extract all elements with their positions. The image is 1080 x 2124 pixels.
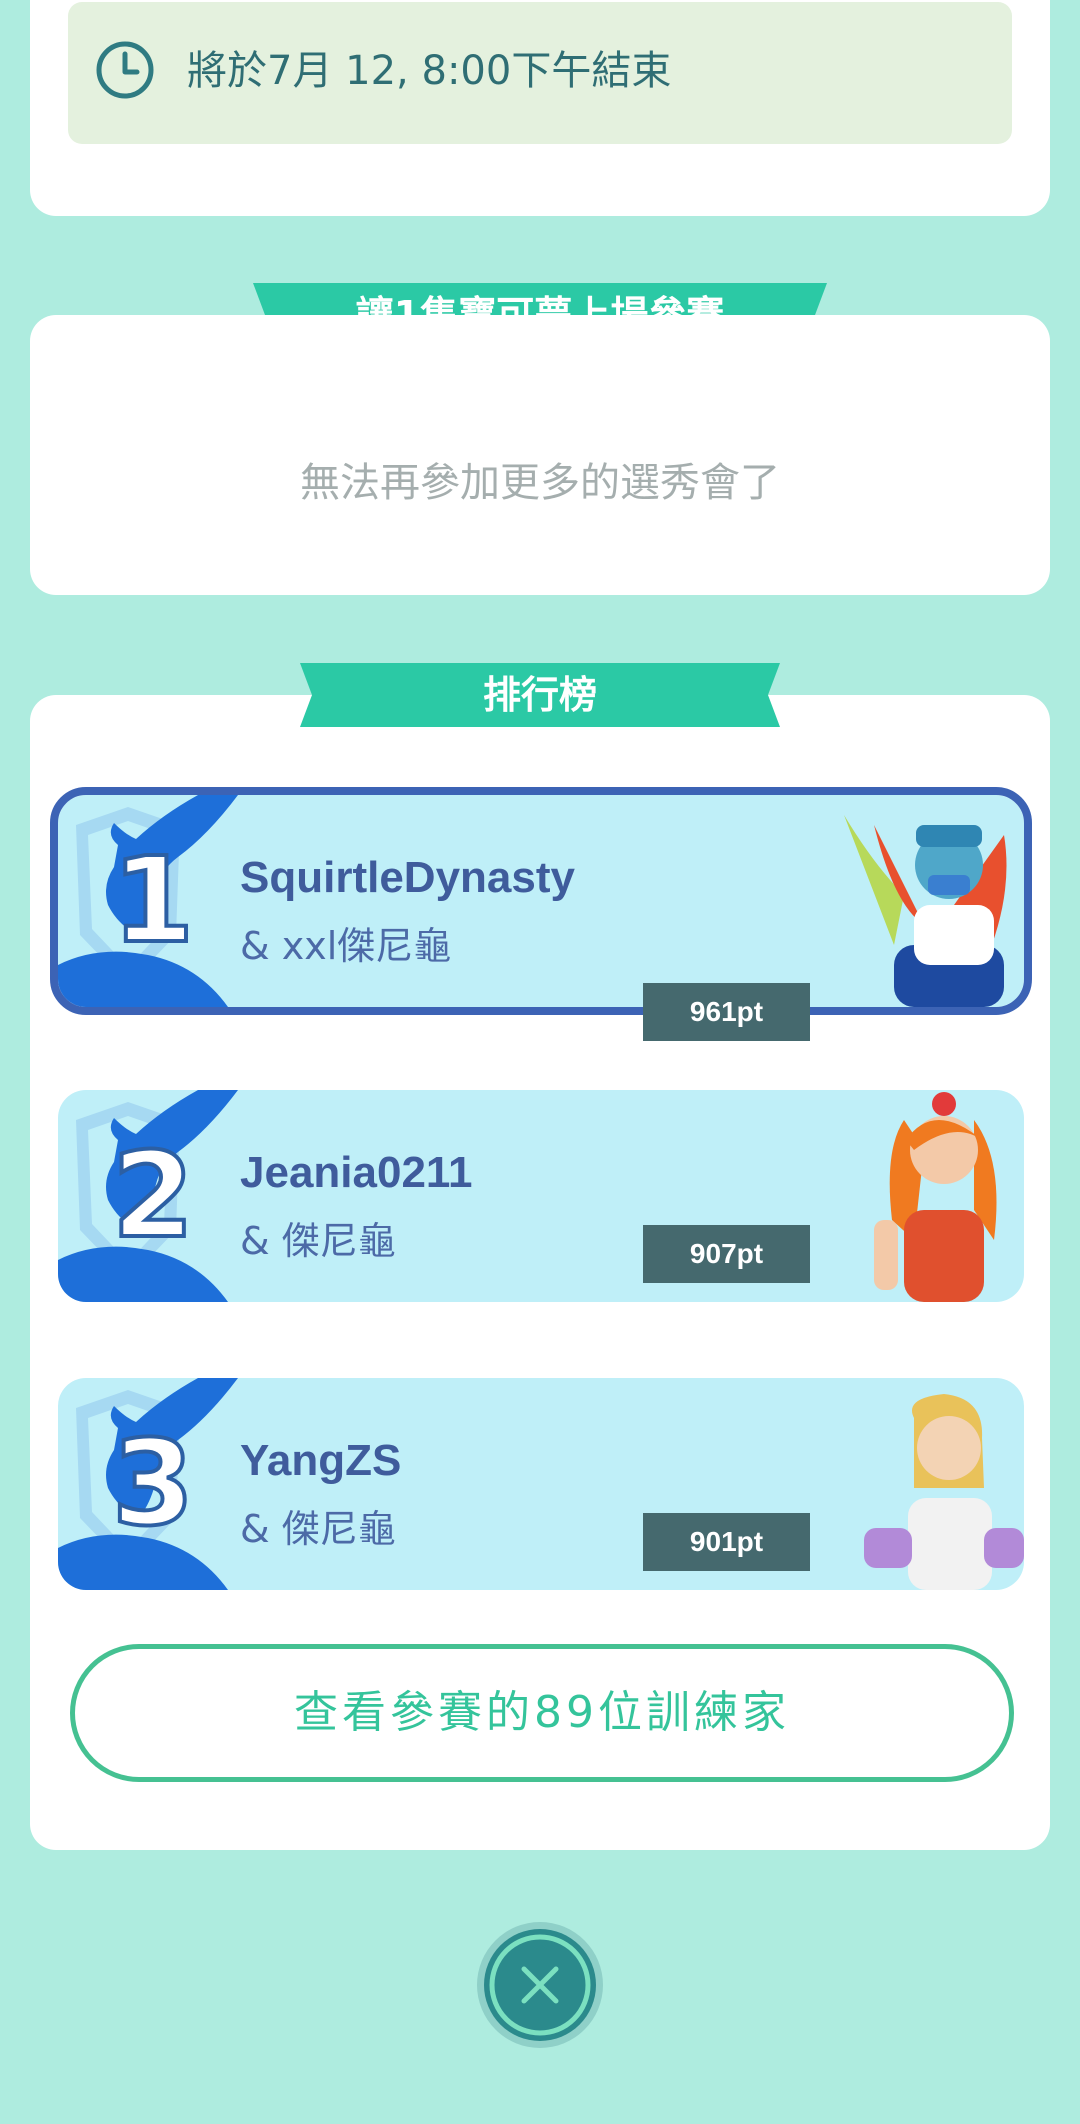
leaderboard-card: 1 SquirtleDynasty & xxl傑尼龜 961pt 2 Jeani… [30, 695, 1050, 1850]
player-name: YangZS [240, 1436, 402, 1485]
pokemon-name: & 傑尼龜 [240, 1507, 396, 1551]
trainer-avatar [844, 815, 1007, 1007]
close-button[interactable] [475, 1920, 605, 2050]
leaderboard-row[interactable]: 3 YangZS & 傑尼龜 [58, 1378, 1024, 1590]
schedule-card: 將於7月 12, 8:00下午結束 [30, 0, 1050, 216]
pokemon-name: & 傑尼龜 [240, 1219, 396, 1263]
leaderboard-ribbon-title: 排行榜 [482, 673, 597, 717]
rank-number: 2 [110, 1126, 196, 1264]
leaderboard-row[interactable]: 2 Jeania0211 & 傑尼龜 [58, 1090, 1024, 1302]
clock-icon [96, 41, 154, 99]
entry-card: 無法再參加更多的選秀會了 [30, 315, 1050, 595]
end-time-box: 將於7月 12, 8:00下午結束 [68, 2, 1012, 144]
player-name: Jeania0211 [240, 1148, 473, 1197]
view-all-trainers-button[interactable]: 查看參賽的89位訓練家 [70, 1644, 1014, 1782]
score-badge: 907pt [643, 1225, 810, 1283]
trainer-avatar [874, 1092, 997, 1302]
score-badge: 901pt [643, 1513, 810, 1571]
end-time-text: 將於7月 12, 8:00下午結束 [187, 48, 672, 94]
trainer-avatar [864, 1394, 1024, 1590]
player-name: SquirtleDynasty [240, 853, 575, 902]
score-badge: 961pt [643, 983, 810, 1041]
leaderboard-ribbon: 排行榜 [300, 663, 780, 727]
rank-number: 3 [110, 1414, 196, 1552]
rank-number: 1 [110, 831, 196, 969]
leaderboard-row[interactable]: 1 SquirtleDynasty & xxl傑尼龜 [50, 787, 1032, 1015]
pokemon-name: & xxl傑尼龜 [240, 924, 452, 968]
entry-message: 無法再參加更多的選秀會了 [300, 460, 780, 506]
